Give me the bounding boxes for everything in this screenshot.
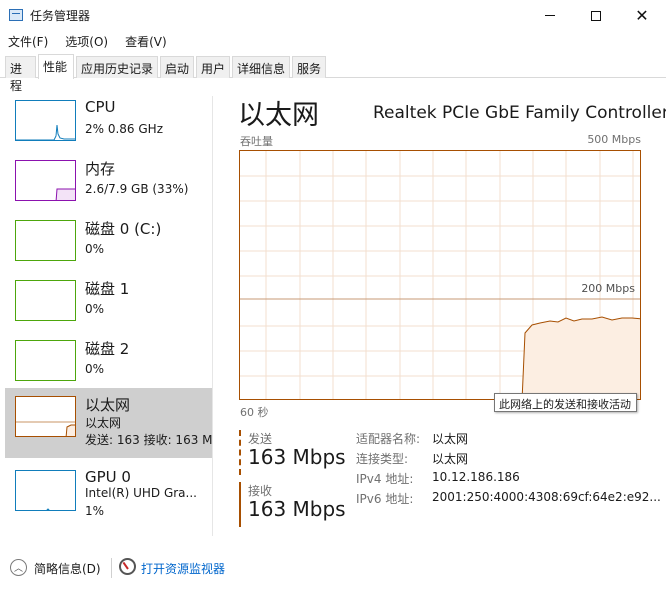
memory-thumbnail	[15, 160, 76, 201]
sidebar-item-ethernet[interactable]: 以太网 以太网 发送: 163 接收: 163 M	[5, 388, 213, 458]
tab-services[interactable]: 服务	[292, 56, 326, 78]
ipv6-value: 2001:250:4000:4308:69cf:64e2:e92...	[432, 490, 661, 504]
sidebar-item-gpu-0[interactable]: GPU 0 Intel(R) UHD Gra... 1%	[5, 462, 212, 522]
bottom-bar: ︿ 简略信息(D) 打开资源监视器	[0, 548, 666, 588]
sidebar-item-title: 以太网	[85, 396, 131, 414]
chevron-up-icon[interactable]: ︿	[10, 559, 27, 576]
gpu-0-thumbnail	[15, 470, 76, 511]
throughput-graph-svg	[240, 151, 640, 399]
graph-scale-label: 200 Mbps	[581, 282, 635, 295]
maximize-icon	[591, 10, 601, 21]
close-button[interactable]: ✕	[619, 0, 665, 31]
menu-bar: 文件(F) 选项(O) 查看(V)	[0, 31, 666, 51]
tab-performance[interactable]: 性能	[38, 54, 74, 79]
menu-options[interactable]: 选项(O)	[57, 31, 117, 51]
receive-stat: 接收 163 Mbps	[239, 482, 349, 527]
graph-max-label: 500 Mbps	[587, 133, 641, 146]
fewer-details-button[interactable]: 简略信息(D)	[34, 560, 101, 577]
adapter-name-key: 适配器名称:	[356, 432, 421, 446]
sidebar-item-disk-1[interactable]: 磁盘 1 0%	[5, 272, 212, 332]
sidebar-item-title: 磁盘 1	[85, 280, 130, 298]
throughput-graph	[239, 150, 641, 400]
sidebar-item-disk-0[interactable]: 磁盘 0 (C:) 0%	[5, 212, 212, 272]
sidebar-item-detail: Intel(R) UHD Gra...	[85, 486, 197, 500]
bottom-divider	[111, 558, 112, 578]
graph-time-span: 60 秒	[240, 406, 269, 419]
window-title: 任务管理器	[30, 9, 91, 23]
ipv6-key: IPv6 地址:	[356, 492, 414, 506]
sidebar-item-disk-2[interactable]: 磁盘 2 0%	[5, 332, 212, 392]
tab-processes[interactable]: 进程	[5, 56, 36, 93]
adapter-name-value: 以太网	[432, 432, 469, 446]
task-manager-icon	[9, 9, 23, 21]
page-title: 以太网	[238, 100, 319, 131]
tab-startup[interactable]: 启动	[160, 56, 194, 78]
sidebar-item-detail-2: 发送: 163 接收: 163 M	[85, 433, 213, 447]
ethernet-thumbnail	[15, 396, 76, 437]
menu-file[interactable]: 文件(F)	[0, 31, 57, 51]
sidebar-item-detail: 0%	[85, 362, 105, 376]
sidebar-item-detail: 2.6/7.9 GB (33%)	[85, 182, 189, 196]
tab-users[interactable]: 用户	[196, 56, 230, 78]
graph-tooltip: 此网络上的发送和接收活动	[494, 393, 637, 412]
adapter-description: Realtek PCIe GbE Family Controller	[373, 103, 666, 123]
sidebar-item-memory[interactable]: 内存 2.6/7.9 GB (33%)	[5, 152, 212, 212]
resource-sidebar: CPU 2% 0.86 GHz 内存 2.6/7.9 GB (33%) 磁盘 0…	[0, 78, 213, 538]
ipv4-value: 10.12.186.186	[432, 470, 520, 484]
connection-type-value: 以太网	[432, 452, 469, 466]
sidebar-item-title: 磁盘 2	[85, 340, 130, 358]
tab-strip: 进程 性能 应用历史记录 启动 用户 详细信息 服务	[0, 54, 666, 93]
send-stat: 发送 163 Mbps	[239, 430, 349, 475]
sidebar-item-detail: 以太网	[85, 416, 122, 430]
throughput-area	[522, 317, 640, 399]
sidebar-item-title: CPU	[85, 98, 116, 116]
sidebar-divider	[212, 96, 213, 536]
sidebar-item-title: 内存	[85, 160, 116, 178]
close-icon: ✕	[635, 6, 649, 25]
connection-type-key: 连接类型:	[356, 452, 409, 466]
send-value: 163 Mbps	[248, 445, 346, 469]
menu-view[interactable]: 查看(V)	[117, 31, 176, 51]
throughput-label: 吞吐量	[240, 135, 273, 148]
sidebar-item-detail-2: 1%	[85, 504, 105, 518]
disk-0-thumbnail	[15, 220, 76, 261]
ipv4-key: IPv4 地址:	[356, 472, 414, 486]
open-resource-monitor-link[interactable]: 打开资源监视器	[141, 560, 225, 577]
disk-2-thumbnail	[15, 340, 76, 381]
title-bar: 任务管理器 ✕	[0, 0, 666, 31]
sidebar-item-detail: 0%	[85, 302, 105, 316]
receive-value: 163 Mbps	[248, 497, 346, 521]
disk-1-thumbnail	[15, 280, 76, 321]
sidebar-item-title: 磁盘 0 (C:)	[85, 220, 162, 238]
sidebar-item-title: GPU 0	[85, 468, 131, 486]
minimize-button[interactable]	[527, 0, 573, 31]
tab-app-history[interactable]: 应用历史记录	[76, 56, 158, 78]
cpu-thumbnail	[15, 100, 76, 141]
maximize-button[interactable]	[573, 0, 619, 31]
sidebar-item-detail: 0%	[85, 242, 105, 256]
resource-monitor-icon[interactable]	[119, 558, 136, 575]
sidebar-item-detail: 2% 0.86 GHz	[85, 122, 164, 136]
sidebar-item-cpu[interactable]: CPU 2% 0.86 GHz	[5, 92, 212, 152]
minimize-icon	[545, 15, 555, 16]
tab-details[interactable]: 详细信息	[232, 56, 290, 78]
